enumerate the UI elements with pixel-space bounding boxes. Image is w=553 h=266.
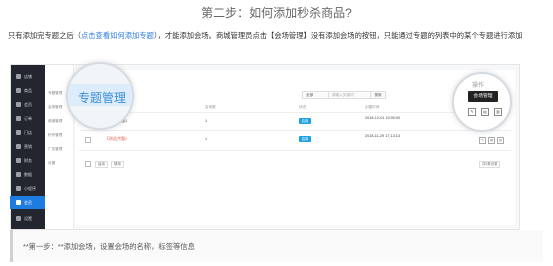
sidebar-item-store[interactable]: 店铺 xyxy=(11,71,45,82)
add-topic-link[interactable]: 点击查看如何添加专题 xyxy=(81,31,154,40)
sidebar-item-label: 订单 xyxy=(24,115,32,121)
sidebar-item-marketing[interactable]: 营销 xyxy=(11,141,45,152)
zoom-callout-topic-management: 专题管理 xyxy=(66,62,134,130)
finance-icon xyxy=(16,158,21,163)
subnav-item-settings[interactable]: 设置 xyxy=(48,161,55,166)
intro-post: ），才能添加会场。商城管理员点击【会场管理】没有添加会场的按钮，只能通过专题的列… xyxy=(153,31,523,40)
sidebar-item-label: 会员 xyxy=(24,101,32,107)
shop-icon xyxy=(16,130,21,135)
row-2-delete-icon[interactable]: ▥ xyxy=(497,137,504,144)
chart-icon xyxy=(16,172,21,177)
gear-icon xyxy=(16,216,21,221)
sidebar-item-label: 小程序 xyxy=(24,185,36,191)
pagination: 共2条记录 xyxy=(479,161,501,168)
venue-management-tooltip: 会场管理 xyxy=(468,91,498,102)
sidebar-item-member[interactable]: 会员 xyxy=(11,99,45,110)
row-2-edit-icon[interactable]: ✎ xyxy=(479,137,486,144)
subnav-item-channels[interactable]: 频道管理 xyxy=(48,119,62,124)
search-button[interactable]: 搜索 xyxy=(370,91,386,99)
sidebar-item-data[interactable]: 数据 xyxy=(11,169,45,180)
intro-pre: 只有添加完专题之后（ xyxy=(8,31,81,40)
row-checkbox[interactable] xyxy=(85,137,91,143)
subnav-item-seckill[interactable]: 秒杀管理 xyxy=(48,133,62,138)
col-status: 状态 xyxy=(299,105,307,109)
subnav-item-venues[interactable]: 会场管理 xyxy=(48,105,62,110)
sidebar-item-label: 店铺 xyxy=(24,73,32,79)
sidebar-item-label: 财务 xyxy=(24,157,32,163)
sidebar-item-label: 商品 xyxy=(24,87,32,93)
sidebar-item-finance[interactable]: 财务 xyxy=(11,155,45,166)
intro-paragraph: 只有添加完专题之后（点击查看如何添加专题），才能添加会场。商城管理员点击【会场管… xyxy=(8,30,548,42)
col-created: 创建时间 xyxy=(365,105,380,109)
user-icon xyxy=(16,102,21,107)
zoom-callout-label: 专题管理 xyxy=(78,91,127,105)
miniprogram-icon xyxy=(16,186,21,191)
page-title: 第二步：如何添加秒杀商品? xyxy=(201,6,352,20)
sidebar: 店铺 商品 会员 订单 门店 营销 财务 数据 小程序 会员 设置 xyxy=(10,65,46,229)
sidebar-item-label: 门店 xyxy=(24,129,32,135)
bulk-disable-button[interactable]: 禁用 xyxy=(111,161,124,168)
sidebar-item-goods[interactable]: 商品 xyxy=(11,85,45,96)
sidebar-item-label: 数据 xyxy=(24,171,32,177)
order-icon xyxy=(16,116,21,121)
row-1-count: 1 xyxy=(205,119,208,123)
row-2-count: 1 xyxy=(205,137,208,141)
row-1-status-badge: 启用 xyxy=(299,118,311,124)
zoom-callout-venue-action: 操作 会场管理 ✎ ▤ ▥ xyxy=(452,72,512,132)
sidebar-item-orders[interactable]: 订单 xyxy=(11,113,45,124)
sidebar-item-venue[interactable]: 会员 xyxy=(10,196,46,209)
row-divider xyxy=(79,150,511,151)
row-2-name[interactable]: 【测试]专题2 xyxy=(105,137,127,142)
main-panel: 营销中心 全部 请输入关键词 搜索 专题名称 会场数 状态 创建时间 操作 【测… xyxy=(75,70,515,225)
bulk-enable-button[interactable]: 启用 xyxy=(95,161,108,168)
edit-icon[interactable]: ✎ xyxy=(468,108,476,116)
sidebar-item-label: 设置 xyxy=(24,215,32,221)
sidebar-item-stores[interactable]: 门店 xyxy=(11,127,45,138)
subnav-item-ads[interactable]: 广告管理 xyxy=(48,147,62,152)
zoom-actions-header: 操作 xyxy=(472,83,485,89)
delete-icon[interactable]: ▥ xyxy=(494,108,502,116)
sidebar-item-miniprogram[interactable]: 小程序 xyxy=(11,183,45,194)
marketing-icon xyxy=(16,144,21,149)
sidebar-item-label: 会员 xyxy=(24,199,32,205)
row-2-time: 2018-11-29 17:13:13 xyxy=(365,134,400,138)
select-all-checkbox[interactable] xyxy=(85,161,91,167)
sidebar-item-settings[interactable]: 设置 xyxy=(11,213,45,224)
goods-icon xyxy=(16,88,21,93)
venue-icon[interactable]: ▤ xyxy=(481,108,489,116)
sidebar-item-label: 营销 xyxy=(24,143,32,149)
row-1-time: 2018-12-01 10:00:00 xyxy=(365,116,401,120)
subnav-item-topics[interactable]: 专题管理 xyxy=(48,91,62,96)
row-2-venue-icon[interactable]: ▤ xyxy=(488,137,495,144)
store-icon xyxy=(16,74,21,79)
step-note-text: **第一步：**添加会场，设置会场的名称，标签等信息 xyxy=(23,242,195,251)
search-input[interactable]: 请输入关键词 xyxy=(328,91,374,99)
venue-icon xyxy=(16,200,21,205)
row-divider xyxy=(79,130,511,131)
row-2-status-badge: 启用 xyxy=(299,136,311,142)
col-count: 会场数 xyxy=(205,105,216,109)
row-divider xyxy=(79,112,511,113)
zoom-action-icons: ✎ ▤ ▥ xyxy=(468,108,502,116)
step-note: **第一步：**添加会场，设置会场的名称，标签等信息 xyxy=(10,230,543,262)
